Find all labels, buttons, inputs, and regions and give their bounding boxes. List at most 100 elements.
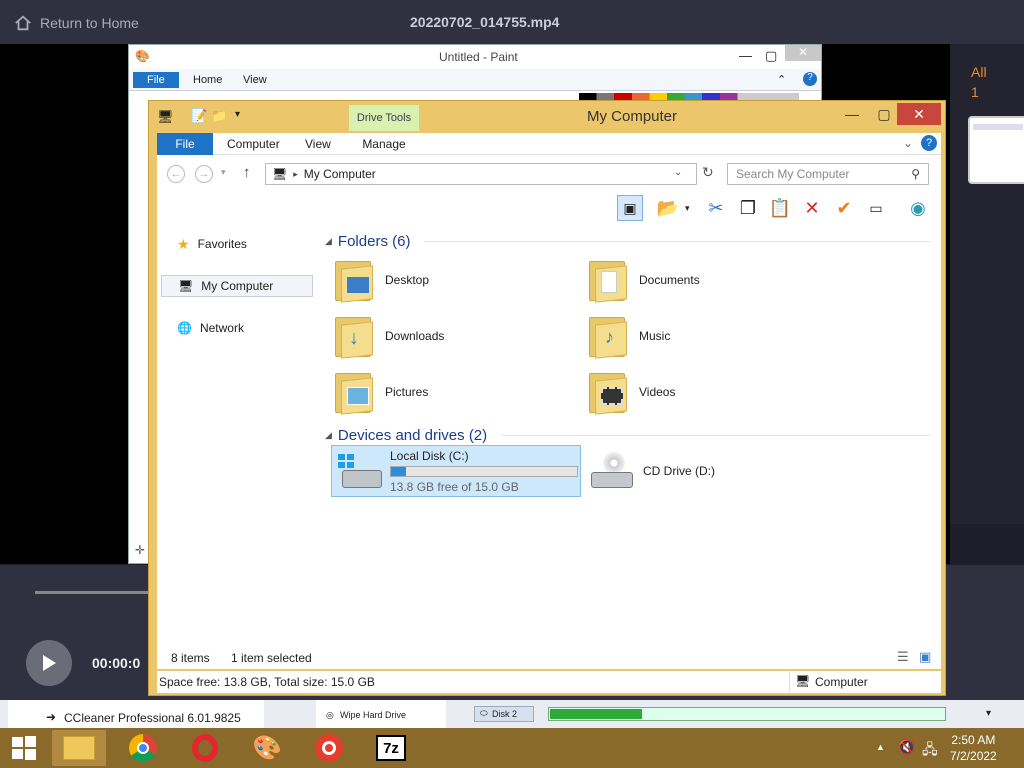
delete-button[interactable]: ✕ xyxy=(799,195,825,221)
drive-c-usage-fill xyxy=(391,466,406,476)
quick-access-dropdown-icon[interactable]: ▾ xyxy=(235,109,240,120)
system-clock[interactable]: 2:50 AM 7/2/2022 xyxy=(950,732,997,764)
explorer-app-icon: 🖥 xyxy=(157,109,174,124)
forward-arrow-icon[interactable]: → xyxy=(195,165,213,183)
paint-collapse-icon[interactable]: ⌃ xyxy=(777,73,786,86)
maximize-button[interactable]: ▢ xyxy=(869,103,899,125)
drive-d-name: CD Drive (D:) xyxy=(643,464,715,478)
folders-group-header[interactable]: ◢ Folders (6) xyxy=(325,233,931,250)
drive-c[interactable]: Local Disk (C:) 13.8 GB free of 15.0 GB xyxy=(331,445,581,497)
checkmark-button[interactable]: ✔ xyxy=(831,195,857,221)
paint-close-icon[interactable]: ✕ xyxy=(785,45,821,61)
local-disk-icon xyxy=(336,450,382,492)
tab-computer[interactable]: Computer xyxy=(213,133,294,155)
folder-options-dropdown-icon[interactable]: ▾ xyxy=(685,203,690,214)
drive-tools-context-tab: Drive Tools xyxy=(349,105,419,131)
close-button[interactable]: ✕ xyxy=(897,103,941,125)
drive-c-free: 13.8 GB free of 15.0 GB xyxy=(390,479,519,494)
taskbar-opera[interactable] xyxy=(178,730,232,766)
tab-manage[interactable]: Manage xyxy=(349,133,419,155)
nav-network-label: Network xyxy=(199,321,244,335)
playlist-all[interactable]: All 1 xyxy=(971,62,987,102)
taskbar-explorer[interactable] xyxy=(52,730,106,766)
play-icon xyxy=(43,655,56,671)
large-icons-view-icon[interactable]: ▣ xyxy=(919,649,931,665)
rename-icon: ▭ xyxy=(869,199,883,216)
paint-help-icon[interactable]: ? xyxy=(803,72,817,86)
folder-pictures[interactable]: Pictures xyxy=(333,367,583,417)
paint-tab-home[interactable]: Home xyxy=(179,72,236,88)
folder-downloads[interactable]: ↓ Downloads xyxy=(333,311,583,361)
thumbnail-preview xyxy=(973,124,1023,130)
background-app-strip: ➜ CCleaner Professional 6.01.9825 ◎ Wipe… xyxy=(0,700,1024,728)
drive-d[interactable]: CD Drive (D:) xyxy=(585,445,785,497)
computer-icon: 🖥 xyxy=(795,674,811,688)
status-bar: 8 items 1 item selected ☰ ▣ xyxy=(157,645,941,669)
up-arrow-icon[interactable]: ↑ xyxy=(243,164,251,181)
tray-overflow-icon[interactable]: ▲ xyxy=(876,742,885,752)
search-input[interactable]: Search My Computer ⚲ xyxy=(727,163,929,185)
folder-music[interactable]: ♪ Music xyxy=(587,311,837,361)
folder-options-button[interactable]: 📂 xyxy=(655,195,681,221)
return-home-link[interactable]: Return to Home xyxy=(14,14,139,32)
videos-folder-icon xyxy=(587,369,629,415)
paint-tab-file[interactable]: File xyxy=(133,72,179,88)
details-view-icon[interactable]: ☰ xyxy=(897,649,909,665)
paint-tab-view[interactable]: View xyxy=(229,72,281,88)
paint-minimize-icon[interactable]: — xyxy=(739,48,752,63)
folder-videos[interactable]: Videos xyxy=(587,367,837,417)
copy-button[interactable]: ❐ xyxy=(735,195,761,221)
paint-app-icon: 🎨 xyxy=(135,49,150,63)
seek-bar[interactable] xyxy=(35,591,155,594)
tab-view[interactable]: View xyxy=(291,133,345,155)
checkmark-icon: ✔ xyxy=(836,197,852,218)
location-label: Computer xyxy=(815,675,868,689)
address-bar[interactable]: 🖥 ▸ My Computer ⌄ xyxy=(265,163,697,185)
folder-documents[interactable]: Documents xyxy=(587,255,837,305)
devices-group-header[interactable]: ◢ Devices and drives (2) xyxy=(325,427,931,444)
file-explorer-icon xyxy=(63,736,95,760)
paint-title: Untitled - Paint xyxy=(439,50,518,64)
ribbon-expand-icon[interactable]: ⌄ xyxy=(903,136,913,150)
cut-button[interactable]: ✂ xyxy=(703,195,729,221)
folder-label: Downloads xyxy=(385,329,445,343)
tab-file[interactable]: File xyxy=(157,133,213,155)
help-icon[interactable]: ? xyxy=(921,135,937,151)
taskbar-recorder[interactable] xyxy=(302,730,356,766)
network-tray-icon[interactable]: 🖧 xyxy=(922,739,938,763)
taskbar-paint[interactable]: 🎨 xyxy=(240,730,294,766)
shell-button[interactable]: ◉ xyxy=(905,195,931,221)
scroll-down-icon[interactable]: ▾ xyxy=(986,708,991,719)
paint-maximize-icon[interactable]: ▢ xyxy=(765,48,777,64)
arrow-right-icon: ➜ xyxy=(46,710,57,724)
return-home-label: Return to Home xyxy=(40,15,139,31)
new-folder-icon[interactable]: 📁 xyxy=(211,108,227,124)
minimize-button[interactable]: — xyxy=(837,103,867,125)
nav-favorites[interactable]: ★ Favorites xyxy=(161,233,313,255)
drive-small-icon: ⬭ xyxy=(480,708,488,718)
nav-my-computer[interactable]: 🖥 My Computer xyxy=(161,275,313,297)
delete-icon: ✕ xyxy=(804,197,820,218)
back-arrow-icon[interactable]: ← xyxy=(167,165,185,183)
paste-button[interactable]: 📋 xyxy=(767,195,793,221)
refresh-icon[interactable]: ↻ xyxy=(702,164,714,181)
folder-desktop[interactable]: Desktop xyxy=(333,255,583,305)
nav-network[interactable]: 🌐 Network xyxy=(161,317,313,339)
recent-locations-dropdown-icon[interactable]: ▾ xyxy=(221,167,226,178)
playback-time: 00:00:0 xyxy=(92,655,141,671)
taskbar-chrome[interactable] xyxy=(116,730,170,766)
breadcrumb-chevron-icon: ▸ xyxy=(293,168,298,179)
explorer-title: My Computer xyxy=(587,108,678,125)
start-button[interactable] xyxy=(0,730,48,766)
rename-button[interactable]: ▭ xyxy=(863,195,889,221)
preview-pane-button[interactable]: ▣ xyxy=(617,195,643,221)
taskbar-7zip[interactable]: 7z xyxy=(364,730,418,766)
volume-muted-icon[interactable]: 🔇 xyxy=(898,739,915,756)
play-button[interactable] xyxy=(26,640,72,686)
space-info: Space free: 13.8 GB, Total size: 15.0 GB xyxy=(159,675,375,689)
close-icon: ✕ xyxy=(913,105,925,122)
video-thumbnail[interactable] xyxy=(968,116,1024,184)
address-dropdown-icon[interactable]: ⌄ xyxy=(674,167,682,178)
properties-icon[interactable]: 📝 xyxy=(191,108,207,124)
scissors-icon: ✂ xyxy=(708,197,724,218)
